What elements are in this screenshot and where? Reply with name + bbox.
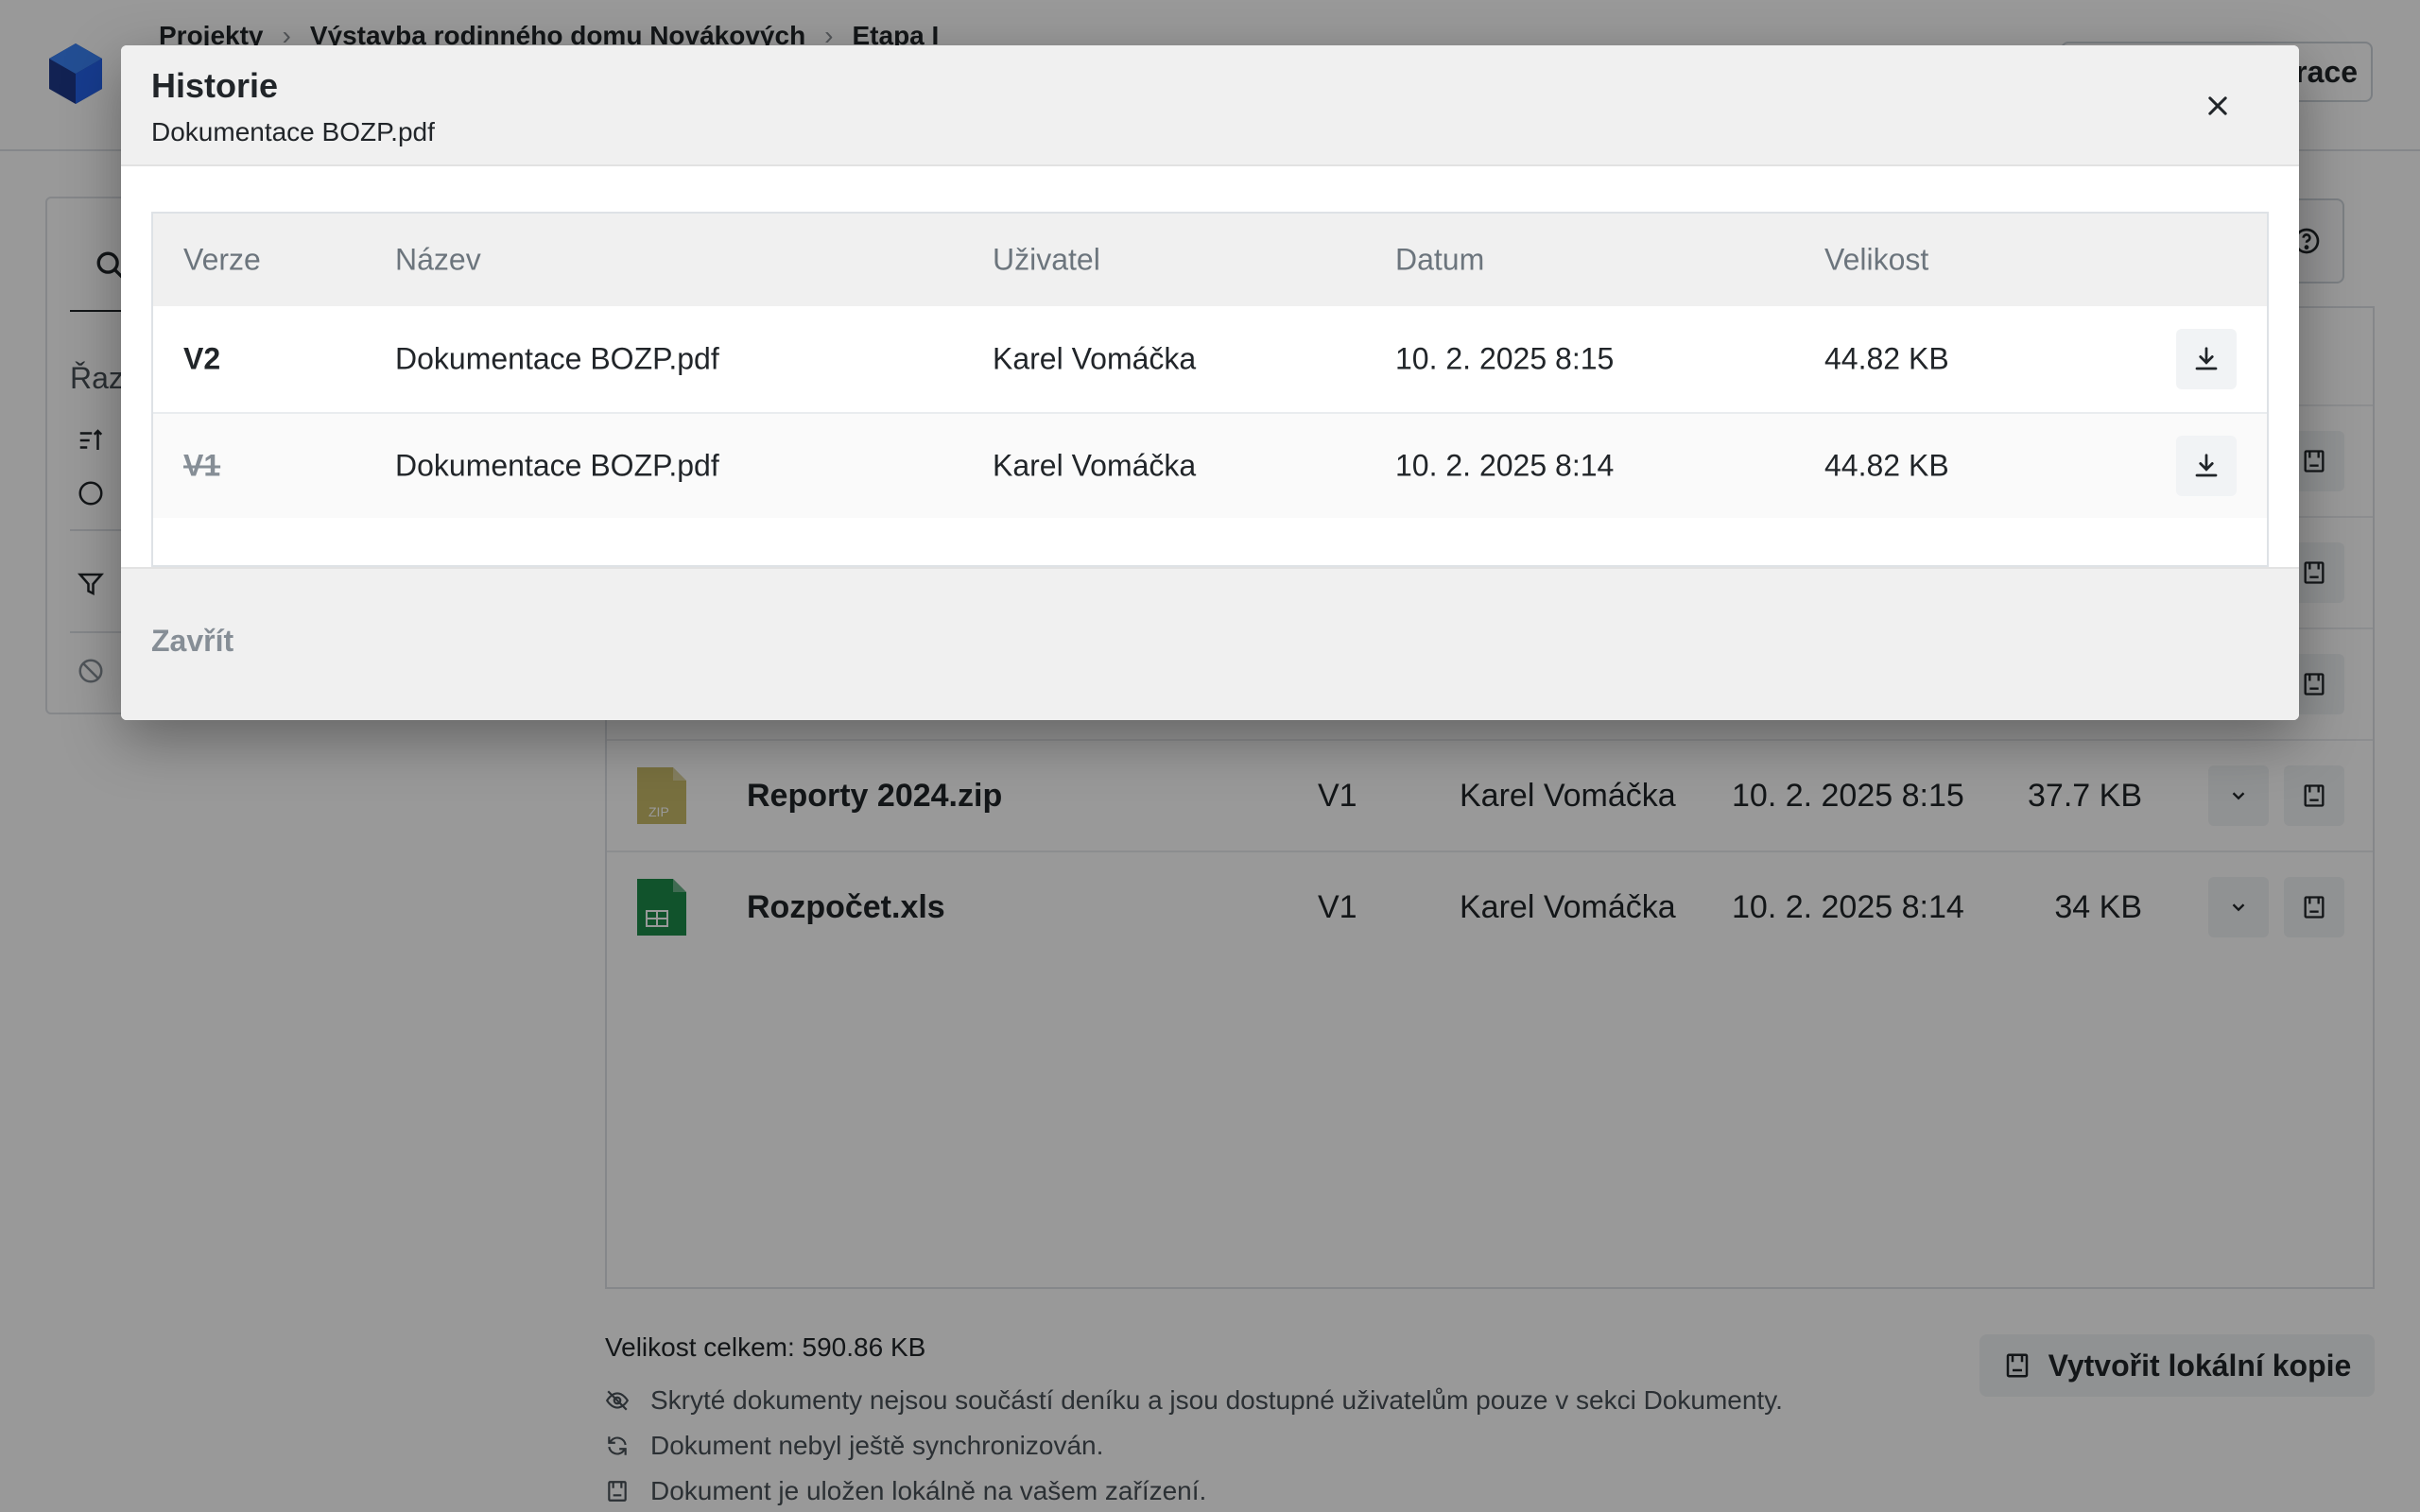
- history-row: V1 Dokumentace BOZP.pdf Karel Vomáčka 10…: [153, 412, 2267, 518]
- column-header-user: Uživatel: [993, 242, 1100, 277]
- download-icon: [2195, 454, 2218, 477]
- history-name: Dokumentace BOZP.pdf: [395, 341, 719, 376]
- history-version: V1: [183, 448, 221, 483]
- history-version: V2: [183, 341, 221, 376]
- history-modal: Historie Dokumentace BOZP.pdf Verze Náze…: [121, 45, 2299, 720]
- modal-title: Historie: [151, 66, 279, 105]
- history-date: 10. 2. 2025 8:15: [1395, 341, 1615, 376]
- close-button[interactable]: Zavřít: [151, 624, 233, 659]
- history-row: V2 Dokumentace BOZP.pdf Karel Vomáčka 10…: [153, 306, 2267, 412]
- column-header-size: Velikost: [1824, 242, 1929, 277]
- history-date: 10. 2. 2025 8:14: [1395, 448, 1615, 483]
- download-button[interactable]: [2176, 436, 2237, 496]
- download-button[interactable]: [2176, 329, 2237, 389]
- history-size: 44.82 KB: [1824, 341, 1949, 376]
- column-header-date: Datum: [1395, 242, 1485, 277]
- history-name: Dokumentace BOZP.pdf: [395, 448, 719, 483]
- column-header-name: Název: [395, 242, 481, 277]
- modal-close-button[interactable]: [2197, 85, 2238, 127]
- modal-subtitle: Dokumentace BOZP.pdf: [151, 117, 435, 146]
- modal-header: Historie Dokumentace BOZP.pdf: [121, 45, 2299, 166]
- download-icon: [2195, 347, 2218, 370]
- close-icon: [2208, 96, 2227, 115]
- history-size: 44.82 KB: [1824, 448, 1949, 483]
- modal-footer: Zavřít: [121, 567, 2299, 720]
- history-table: Verze Název Uživatel Datum Velikost V2 D…: [151, 212, 2269, 567]
- column-header-version: Verze: [183, 242, 261, 277]
- history-user: Karel Vomáčka: [993, 341, 1197, 376]
- history-table-header: Verze Název Uživatel Datum Velikost: [153, 214, 2267, 306]
- history-user: Karel Vomáčka: [993, 448, 1197, 483]
